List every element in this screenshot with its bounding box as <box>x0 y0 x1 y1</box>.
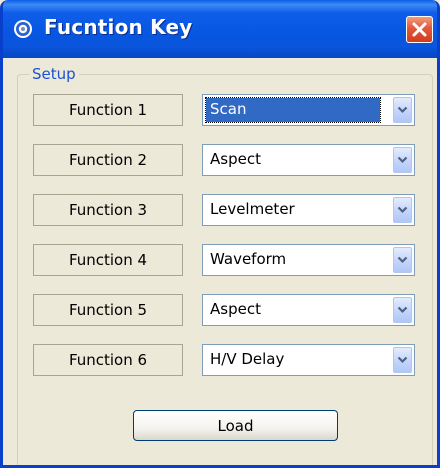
window-title: Fucntion Key <box>44 15 193 39</box>
function-4-select[interactable]: Waveform <box>202 244 415 276</box>
function-key-window: Fucntion Key Setup Function 1 Scan Funct… <box>0 0 440 468</box>
gear-icon <box>14 20 32 38</box>
title-bar[interactable]: Fucntion Key <box>3 0 437 58</box>
function-4-dropdown-button[interactable] <box>393 247 412 273</box>
chevron-down-icon <box>397 156 408 164</box>
function-5-label: Function 5 <box>33 294 183 326</box>
function-2-select[interactable]: Aspect <box>202 144 415 176</box>
close-icon <box>412 22 427 37</box>
function-3-value: Levelmeter <box>210 200 295 218</box>
function-1-value: Scan <box>205 97 381 123</box>
chevron-down-icon <box>397 256 408 264</box>
setup-group-label: Setup <box>29 65 79 83</box>
close-button[interactable] <box>406 16 433 43</box>
dialog-body: Setup Function 1 Scan Function 2 Aspect … <box>3 58 437 465</box>
function-2-label: Function 2 <box>33 144 183 176</box>
function-5-value: Aspect <box>210 300 261 318</box>
load-button[interactable]: Load <box>133 410 338 441</box>
function-2-dropdown-button[interactable] <box>393 147 412 173</box>
function-6-value: H/V Delay <box>210 350 285 368</box>
function-6-dropdown-button[interactable] <box>393 347 412 373</box>
function-2-value: Aspect <box>210 150 261 168</box>
function-5-select[interactable]: Aspect <box>202 294 415 326</box>
function-3-select[interactable]: Levelmeter <box>202 194 415 226</box>
chevron-down-icon <box>397 206 408 214</box>
function-5-dropdown-button[interactable] <box>393 297 412 323</box>
chevron-down-icon <box>397 356 408 364</box>
chevron-down-icon <box>397 106 408 114</box>
function-3-label: Function 3 <box>33 194 183 226</box>
function-3-dropdown-button[interactable] <box>393 197 412 223</box>
chevron-down-icon <box>397 306 408 314</box>
function-1-label: Function 1 <box>33 94 183 126</box>
function-4-value: Waveform <box>210 250 287 268</box>
function-1-select[interactable]: Scan <box>202 94 415 126</box>
function-6-select[interactable]: H/V Delay <box>202 344 415 376</box>
function-6-label: Function 6 <box>33 344 183 376</box>
function-4-label: Function 4 <box>33 244 183 276</box>
function-1-dropdown-button[interactable] <box>393 97 412 123</box>
